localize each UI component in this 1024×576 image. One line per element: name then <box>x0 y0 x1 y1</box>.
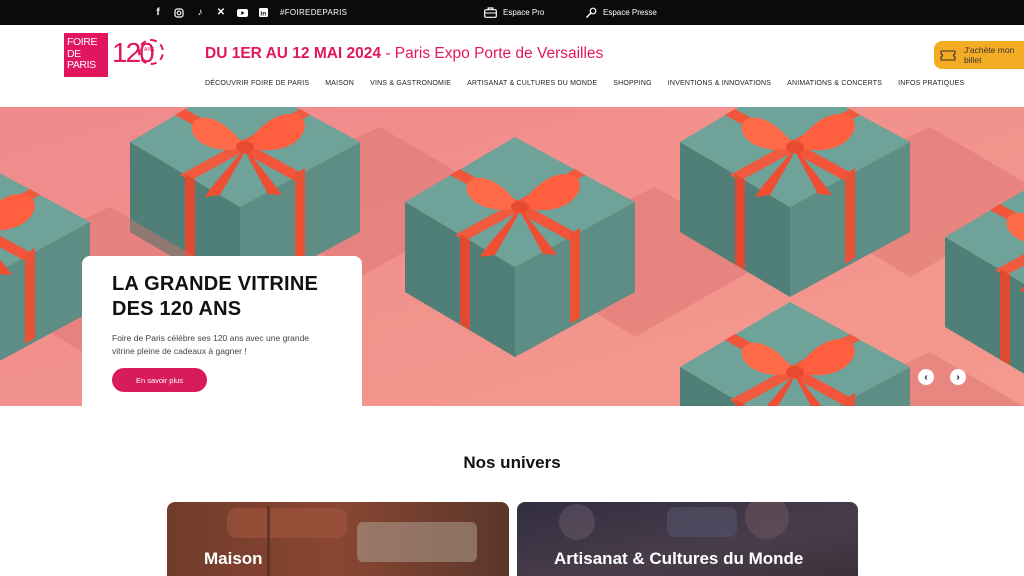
espace-pro-link[interactable]: Espace Pro <box>484 0 544 25</box>
event-dates: DU 1ER AU 12 MAI 2024 - Paris Expo Porte… <box>205 45 603 63</box>
social-links: f ♪ ✕ in #FOIREDEPARIS <box>152 0 347 25</box>
microphone-icon <box>585 7 597 18</box>
nav-item-maison[interactable]: MAISON <box>325 80 354 87</box>
learn-more-button[interactable]: En savoir plus <box>112 368 207 392</box>
x-icon[interactable]: ✕ <box>215 7 227 19</box>
nav-item-infos-pratiques[interactable]: INFOS PRATIQUES <box>898 80 964 87</box>
event-location: - Paris Expo Porte de Versailles <box>385 45 604 62</box>
top-bar: f ♪ ✕ in #FOIREDEPARIS Espace Pro Espace… <box>0 0 1024 25</box>
nav-item-inventions[interactable]: INVENTIONS & INNOVATIONS <box>668 80 771 87</box>
instagram-icon[interactable] <box>173 7 185 19</box>
hashtag-link[interactable]: #FOIREDEPARIS <box>280 8 347 17</box>
chevron-left-icon: ‹ <box>924 371 928 383</box>
hero-title: LA GRANDE VITRINE DES 120 ANS <box>112 273 318 320</box>
logo-line-3: PARIS <box>67 59 96 71</box>
nav-item-shopping[interactable]: SHOPPING <box>613 80 652 87</box>
nav-item-animations[interactable]: ANIMATIONS & CONCERTS <box>787 80 882 87</box>
linkedin-icon[interactable]: in <box>257 7 269 19</box>
buy-ticket-button[interactable]: J'achète mon billet <box>934 41 1024 69</box>
logo-box: FOIRE DE PARIS <box>64 33 108 77</box>
briefcase-icon <box>484 7 497 18</box>
nav-item-artisanat[interactable]: ARTISANAT & CULTURES DU MONDE <box>467 80 597 87</box>
facebook-icon[interactable]: f <box>152 7 164 19</box>
chevron-right-icon: › <box>956 371 960 383</box>
univers-tile-maison[interactable]: Maison <box>167 502 509 576</box>
nav-item-vins-gastronomie[interactable]: VINS & GASTRONOMIE <box>370 80 451 87</box>
event-dates-bold: DU 1ER AU 12 MAI 2024 <box>205 45 382 62</box>
univers-tile-maison-label: Maison <box>204 549 263 568</box>
univers-title: Nos univers <box>463 453 561 472</box>
tiktok-icon[interactable]: ♪ <box>194 7 206 19</box>
slider-prev-button[interactable]: ‹ <box>918 369 934 385</box>
youtube-icon[interactable] <box>236 7 248 19</box>
hero-description: Foire de Paris célèbre ses 120 ans avec … <box>112 333 310 356</box>
site-header: FOIRE DE PARIS 120 ANS DU 1ER AU 12 MAI … <box>0 25 1024 107</box>
univers-tile-artisanat-label: Artisanat & Cultures du Monde <box>554 549 804 568</box>
espace-presse-label: Espace Presse <box>603 8 657 17</box>
svg-text:in: in <box>260 10 266 17</box>
buy-ticket-label: J'achète mon billet <box>964 45 1015 65</box>
foire-de-paris-logo[interactable]: FOIRE DE PARIS 120 ANS <box>64 33 164 77</box>
espace-presse-link[interactable]: Espace Presse <box>585 0 657 25</box>
espace-pro-label: Espace Pro <box>503 8 545 17</box>
hero-card: LA GRANDE VITRINE DES 120 ANS Foire de P… <box>82 256 362 406</box>
main-nav: DÉCOUVRIR FOIRE DE PARIS MAISON VINS & G… <box>205 80 964 87</box>
hero-slider: LA GRANDE VITRINE DES 120 ANS Foire de P… <box>0 107 1024 406</box>
slider-next-button[interactable]: › <box>950 369 966 385</box>
univers-tile-artisanat[interactable]: Artisanat & Cultures du Monde <box>517 502 858 576</box>
nav-item-decouvrir[interactable]: DÉCOUVRIR FOIRE DE PARIS <box>205 80 309 87</box>
logo-ans: ANS <box>144 47 155 53</box>
logo-line-1: FOIRE <box>67 36 98 48</box>
ticket-icon <box>940 49 956 61</box>
